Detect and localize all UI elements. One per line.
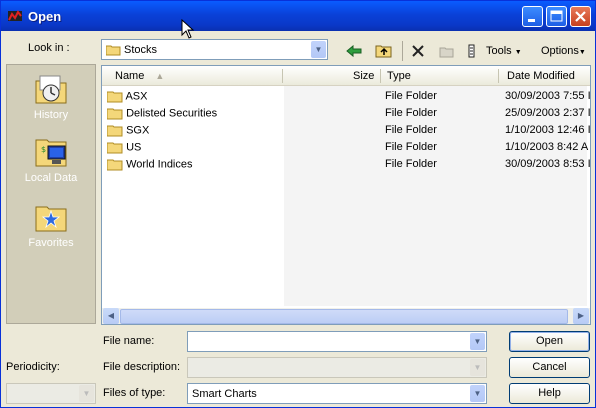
files-of-type-value: Smart Charts [192,388,257,400]
scroll-right-icon[interactable]: ▶ [573,308,589,324]
chevron-down-icon: ▼ [578,49,586,56]
file-modified: 1/10/2003 8:42 A [505,141,589,153]
chevron-down-icon: ▼ [514,49,522,56]
folder-icon [107,91,123,103]
sort-ascending-icon: ▲ [155,71,165,81]
column-divider[interactable] [282,69,283,83]
column-label: Name [115,70,145,82]
file-name: World Indices [126,158,193,171]
chevron-down-icon: ▼ [470,359,485,376]
toolbar-separator [402,41,403,61]
folder-icon [107,142,123,154]
folder-icon [107,125,123,137]
files-of-type-label: Files of type: [103,387,166,399]
folder-icon [106,45,121,56]
file-type: File Folder [385,124,437,136]
back-icon[interactable] [346,45,362,61]
local-data-icon: $ [35,139,67,167]
horizontal-scrollbar[interactable]: ◀ ▶ [102,308,590,324]
folder-icon [107,108,123,120]
file-modified: 25/09/2003 2:37 I [505,107,590,119]
svg-text:$: $ [41,145,46,154]
column-divider[interactable] [498,69,499,83]
chevron-down-icon[interactable]: ▼ [470,385,485,402]
table-row[interactable]: US File Folder 1/10/2003 8:42 A [102,139,590,156]
favorites-icon [35,206,67,232]
list-header: Name ▲ Size Type Date Modified [102,66,590,86]
minimize-icon [528,19,535,22]
file-modified: 30/09/2003 7:55 I [505,90,590,102]
delete-icon[interactable] [411,44,425,60]
look-in-label: Look in : [28,42,70,54]
chevron-down-icon[interactable]: ▼ [470,333,485,350]
file-name-combo[interactable]: ▼ [187,331,487,352]
file-list[interactable]: Name ▲ Size Type Date Modified ASX File … [101,65,591,325]
open-dialog: Open Look in : Stocks ▼ Tools ▼ Options▼ [0,0,596,408]
open-button[interactable]: Open [509,331,590,352]
maximize-button[interactable] [546,6,567,27]
tools-menu[interactable]: Tools ▼ [486,43,522,59]
file-type: File Folder [385,90,437,102]
place-label: Favorites [28,237,74,249]
close-icon [575,11,586,22]
place-history[interactable]: History [7,73,95,121]
up-folder-icon[interactable] [375,42,393,58]
column-header-type[interactable]: Type [387,70,411,82]
column-header-name[interactable]: Name ▲ [115,70,164,82]
table-row[interactable]: SGX File Folder 1/10/2003 12:46 I [102,122,590,139]
place-label: History [33,109,69,121]
cancel-button[interactable]: Cancel [509,357,590,378]
file-description-combo: ▼ [187,357,487,378]
app-logo-icon [8,10,22,21]
mouse-cursor-icon [181,19,195,39]
folder-icon [107,159,123,171]
new-folder-icon[interactable] [439,44,455,60]
tools-label: Tools [486,45,512,57]
file-name: Delisted Securities [126,107,218,120]
place-local-data[interactable]: $ Local Data [7,136,95,184]
column-header-modified[interactable]: Date Modified [507,70,575,82]
files-of-type-dropdown[interactable]: Smart Charts ▼ [187,383,487,404]
help-button[interactable]: Help [509,383,590,404]
chevron-down-icon: ▼ [79,385,94,402]
periodicity-dropdown: ▼ [6,383,96,404]
file-name-label: File name: [103,335,155,347]
file-name: ASX [125,90,148,103]
look-in-dropdown[interactable]: Stocks ▼ [101,39,328,60]
scroll-left-icon[interactable]: ◀ [103,308,119,324]
views-icon[interactable] [468,43,476,59]
close-button[interactable] [570,6,591,27]
file-type: File Folder [385,141,437,153]
table-row[interactable]: World Indices File Folder 30/09/2003 8:5… [102,156,590,173]
file-description-label: File description: [103,361,181,373]
file-modified: 1/10/2003 12:46 I [505,124,590,136]
maximize-icon [550,10,563,22]
history-icon [35,75,67,104]
scroll-thumb[interactable] [120,309,568,324]
window-title: Open [28,9,62,24]
place-favorites[interactable]: Favorites [7,201,95,249]
file-type: File Folder [385,107,437,119]
minimize-button[interactable] [522,6,543,27]
options-label: Options [541,45,579,57]
column-header-size[interactable]: Size [353,70,374,82]
periodicity-label: Periodicity: [6,361,60,373]
file-type: File Folder [385,158,437,170]
place-label: Local Data [24,172,78,184]
file-modified: 30/09/2003 8:53 I [505,158,590,170]
look-in-value: Stocks [124,44,158,56]
column-divider[interactable] [380,69,381,83]
table-row[interactable]: Delisted Securities File Folder 25/09/20… [102,105,590,122]
table-row[interactable]: ASX File Folder 30/09/2003 7:55 I [102,88,590,105]
options-menu[interactable]: Options▼ [541,43,586,59]
file-name: SGX [126,124,150,137]
chevron-down-icon[interactable]: ▼ [311,41,326,58]
places-bar: History $ Local Data Favorites [6,64,96,324]
title-bar[interactable]: Open [1,1,595,31]
file-name: US [126,141,142,154]
